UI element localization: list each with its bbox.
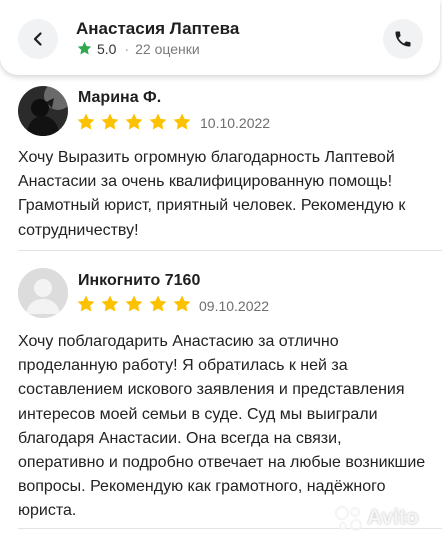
review-author: Инкогнито 7160 xyxy=(78,272,201,289)
review-stars xyxy=(76,294,196,314)
review-text: Хочу поблагодарить Анастасию за отлично … xyxy=(18,333,426,520)
review-text: Хочу Выразить огромную благодарность Лап… xyxy=(18,149,406,239)
star-icon xyxy=(77,113,95,130)
star-icon xyxy=(77,41,92,55)
star-icon xyxy=(125,113,143,130)
star-icon xyxy=(101,113,119,130)
avatar xyxy=(18,86,68,136)
rating-value: 5.0 xyxy=(97,40,117,57)
star-icon xyxy=(101,295,119,312)
star-icon xyxy=(173,113,191,130)
review-stars xyxy=(76,112,196,132)
rating-summary[interactable]: 5.0 · 22 оценки xyxy=(76,40,200,57)
divider xyxy=(18,250,442,251)
back-button[interactable] xyxy=(18,19,58,59)
ratings-count: 22 оценки xyxy=(135,40,200,57)
avito-watermark: Avito xyxy=(334,505,419,531)
separator-dot: · xyxy=(124,40,130,57)
star-icon xyxy=(77,295,95,312)
star-icon xyxy=(149,113,167,130)
user-photo xyxy=(18,86,68,136)
avatar xyxy=(18,268,68,318)
phone-icon xyxy=(395,31,411,47)
review-date: 09.10.2022 xyxy=(199,298,270,314)
chevron-left-icon xyxy=(33,32,42,46)
call-button[interactable] xyxy=(383,19,423,59)
specialist-name: Анастасия Лаптева xyxy=(76,19,240,38)
profile-header: Анастасия Лаптева 5.0 · 22 оценки xyxy=(0,0,440,75)
watermark-text: Avito xyxy=(367,506,419,529)
review-author: Марина Ф. xyxy=(78,89,162,106)
user-placeholder-icon xyxy=(18,268,68,318)
review-date: 10.10.2022 xyxy=(200,115,271,131)
star-icon xyxy=(125,295,143,312)
star-icon xyxy=(173,295,191,312)
avito-logo-icon xyxy=(334,505,363,531)
star-icon xyxy=(149,295,167,312)
